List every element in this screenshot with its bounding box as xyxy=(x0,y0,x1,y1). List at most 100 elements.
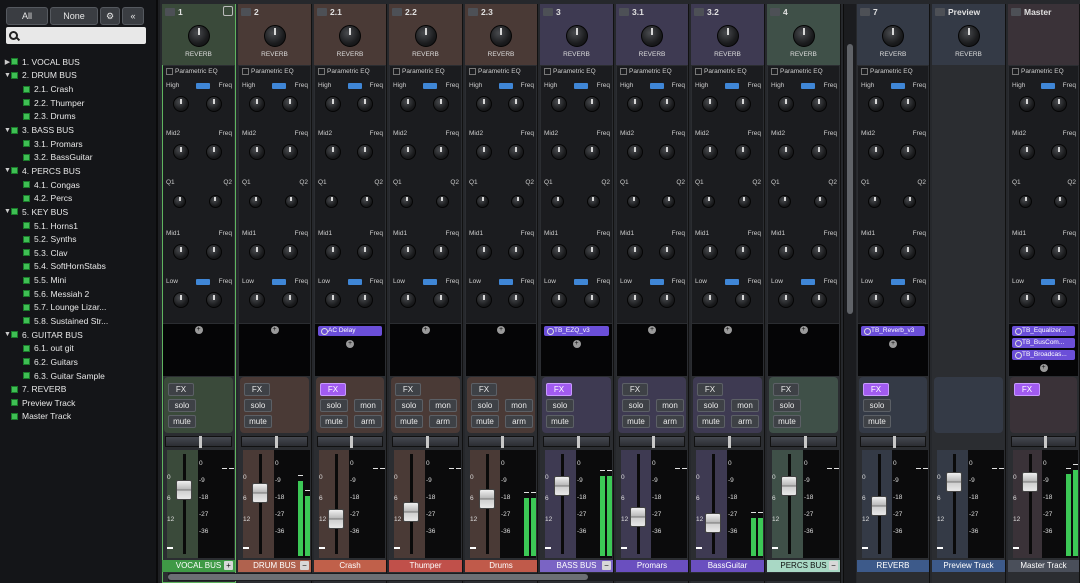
fx-button[interactable]: FX xyxy=(1014,383,1040,396)
solo-button[interactable]: solo xyxy=(395,399,423,412)
track-visibility-checkbox[interactable] xyxy=(11,399,18,407)
eq-freq-knob[interactable] xyxy=(508,96,525,112)
eq-gain-knob[interactable] xyxy=(249,292,266,308)
channel-record-icon[interactable] xyxy=(468,7,478,16)
eq-band-toggle[interactable] xyxy=(347,83,362,89)
eq-freq-knob[interactable] xyxy=(583,96,600,112)
eq-band-toggle[interactable] xyxy=(1041,279,1055,285)
track-visibility-checkbox[interactable] xyxy=(23,317,30,325)
fader-cap[interactable] xyxy=(328,508,344,529)
add-insert-button[interactable]: + xyxy=(194,326,203,334)
eq-freq-knob[interactable] xyxy=(659,244,676,260)
pan-indicator[interactable] xyxy=(652,436,655,448)
eq-gain-knob[interactable] xyxy=(778,144,795,160)
eq-band-toggle[interactable] xyxy=(196,279,210,285)
volume-fader[interactable]: 0 6 12 xyxy=(319,450,353,558)
track-visibility-checkbox[interactable] xyxy=(11,167,18,175)
eq-title[interactable]: Parametric EQ xyxy=(861,68,913,75)
pan-indicator[interactable] xyxy=(501,436,504,448)
eq-band-toggle[interactable] xyxy=(423,279,437,285)
eq-title[interactable]: Parametric EQ xyxy=(771,68,823,75)
volume-fader[interactable]: 0 6 12 xyxy=(621,450,655,558)
reverb-send-knob[interactable] xyxy=(641,25,663,47)
eq-freq-knob[interactable] xyxy=(900,292,917,308)
eq-freq-knob[interactable] xyxy=(810,244,827,260)
eq-freq-knob[interactable] xyxy=(281,96,298,112)
eq-freq-knob[interactable] xyxy=(205,96,222,112)
pan-indicator[interactable] xyxy=(576,436,580,448)
collapse-panel-icon[interactable]: « xyxy=(122,7,144,25)
scrollbar-thumb[interactable] xyxy=(847,44,853,314)
eq-gain-knob[interactable] xyxy=(551,96,568,112)
pan-indicator[interactable] xyxy=(727,436,731,448)
eq-gain-knob[interactable] xyxy=(325,96,342,112)
track-tree-item[interactable]: ▼ 3. BASS BUS xyxy=(0,123,156,137)
solo-button[interactable]: solo xyxy=(622,399,650,412)
track-visibility-checkbox[interactable] xyxy=(23,303,30,311)
eq-title[interactable]: Parametric EQ xyxy=(620,68,672,75)
track-tree-item[interactable]: 5.3. Clav xyxy=(0,246,156,260)
eq-gain-knob[interactable] xyxy=(627,96,644,112)
eq-freq-knob[interactable] xyxy=(734,292,751,308)
reverb-send-knob[interactable] xyxy=(792,25,815,47)
eq-gain-knob[interactable] xyxy=(868,96,885,112)
fx-button[interactable]: FX xyxy=(773,383,799,396)
monitor-button[interactable]: mon xyxy=(656,399,684,412)
eq-gain-knob[interactable] xyxy=(173,292,190,308)
eq-freq-knob[interactable] xyxy=(734,96,751,112)
fader-cap[interactable] xyxy=(946,472,962,493)
fader-cap[interactable] xyxy=(871,496,887,516)
channel-record-icon[interactable] xyxy=(694,7,704,16)
reverb-send-knob[interactable] xyxy=(339,25,361,47)
channel-record-icon[interactable] xyxy=(543,7,553,16)
pan-slider[interactable] xyxy=(317,436,383,448)
track-tree-item[interactable]: 5.6. Messiah 2 xyxy=(0,287,156,301)
track-visibility-checkbox[interactable] xyxy=(23,85,30,93)
eq-title[interactable]: Parametric EQ xyxy=(318,68,370,75)
eq-gain-knob[interactable] xyxy=(249,144,266,160)
eq-freq-knob[interactable] xyxy=(357,96,374,112)
arm-button[interactable]: arm xyxy=(354,415,382,428)
eq-freq-knob[interactable] xyxy=(357,292,374,308)
eq-band-toggle[interactable] xyxy=(272,83,286,89)
channel-name[interactable]: Thumper xyxy=(389,560,462,572)
eq-title[interactable]: Parametric EQ xyxy=(1012,68,1064,75)
eq-title[interactable]: Parametric EQ xyxy=(544,68,596,75)
add-insert-button[interactable]: + xyxy=(799,326,808,334)
reverb-send-knob[interactable] xyxy=(882,25,904,47)
add-insert-button[interactable]: + xyxy=(648,326,656,334)
eq-band-toggle[interactable] xyxy=(801,83,815,89)
track-visibility-checkbox[interactable] xyxy=(11,208,18,216)
eq-freq-knob[interactable] xyxy=(432,144,449,160)
track-visibility-checkbox[interactable] xyxy=(23,372,30,380)
track-tree-item[interactable]: 2.3. Drums xyxy=(0,110,156,124)
eq-q-knob[interactable] xyxy=(325,195,339,208)
eq-gain-knob[interactable] xyxy=(249,244,266,260)
channel-name[interactable]: BassGuitar xyxy=(691,560,764,572)
eq-q-knob[interactable] xyxy=(208,195,222,208)
mute-button[interactable]: mute xyxy=(863,415,891,428)
eq-freq-knob[interactable] xyxy=(357,144,374,160)
eq-q-knob[interactable] xyxy=(778,195,792,208)
volume-fader[interactable]: 0 6 12 xyxy=(696,450,730,558)
arm-button[interactable]: arm xyxy=(731,415,759,428)
track-visibility-checkbox[interactable] xyxy=(11,331,18,339)
track-visibility-checkbox[interactable] xyxy=(23,112,30,120)
eq-title[interactable]: Parametric EQ xyxy=(242,68,294,75)
eq-title[interactable]: Parametric EQ xyxy=(469,68,521,75)
reverb-send-knob[interactable] xyxy=(957,25,980,47)
channel-header[interactable]: 2.2 xyxy=(389,4,462,19)
eq-gain-knob[interactable] xyxy=(173,244,190,260)
eq-freq-knob[interactable] xyxy=(205,144,222,160)
channel-record-icon[interactable] xyxy=(392,7,402,16)
track-tree-item[interactable]: 5.1. Horns1 xyxy=(0,219,156,233)
track-visibility-checkbox[interactable] xyxy=(11,58,18,66)
track-visibility-checkbox[interactable] xyxy=(11,412,18,420)
twisty-icon[interactable]: ▼ xyxy=(4,331,11,338)
collapse-bus-button[interactable]: − xyxy=(602,561,611,570)
arm-button[interactable]: arm xyxy=(505,415,533,428)
eq-gain-knob[interactable] xyxy=(249,96,266,112)
track-visibility-checkbox[interactable] xyxy=(23,344,30,352)
track-tree-item[interactable]: 2.2. Thumper xyxy=(0,96,156,110)
twisty-icon[interactable]: ▼ xyxy=(4,167,11,174)
